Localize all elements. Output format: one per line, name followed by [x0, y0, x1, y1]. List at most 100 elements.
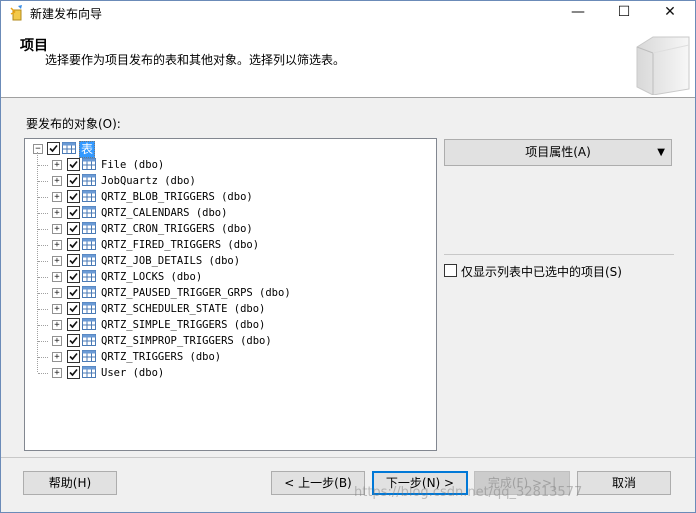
item-checkbox[interactable] [67, 286, 80, 299]
window-title: 新建发布向导 [30, 7, 103, 21]
tree-item[interactable]: + QRTZ_JOB_DETAILS (dbo) [25, 253, 425, 269]
item-checkbox[interactable] [67, 366, 80, 379]
tree-item[interactable]: + File (dbo) [25, 157, 425, 173]
tree-branch-line [38, 213, 48, 214]
table-icon [82, 350, 96, 362]
dropdown-arrow-icon: ▼ [657, 147, 665, 158]
tree-branch-line [38, 229, 48, 230]
tree-item-label[interactable]: QRTZ_SIMPROP_TRIGGERS (dbo) [101, 333, 272, 349]
tree-item-label[interactable]: QRTZ_CRON_TRIGGERS (dbo) [101, 221, 253, 237]
tree-item[interactable]: + QRTZ_BLOB_TRIGGERS (dbo) [25, 189, 425, 205]
tree-item[interactable]: + QRTZ_FIRED_TRIGGERS (dbo) [25, 237, 425, 253]
title-bar: 新建发布向导 — ☐ ✕ [1, 1, 695, 25]
tree-item[interactable]: + QRTZ_SCHEDULER_STATE (dbo) [25, 301, 425, 317]
item-checkbox[interactable] [67, 334, 80, 347]
expand-icon[interactable]: + [52, 352, 62, 362]
expand-icon[interactable]: + [52, 224, 62, 234]
tree-item[interactable]: + QRTZ_CRON_TRIGGERS (dbo) [25, 221, 425, 237]
publish-wizard-icon [8, 4, 26, 22]
tree-branch-line [38, 357, 48, 358]
item-checkbox[interactable] [67, 270, 80, 283]
expand-icon[interactable]: + [52, 336, 62, 346]
watermark: https://blog.csdn.net/qq_32813577 [354, 485, 583, 500]
tree-branch-line [38, 261, 48, 262]
item-properties-label: 项目属性(A) [525, 145, 591, 159]
tree-item-label[interactable]: User (dbo) [101, 365, 164, 381]
table-icon [82, 238, 96, 250]
item-checkbox[interactable] [67, 318, 80, 331]
expand-icon[interactable]: + [52, 368, 62, 378]
tree-item-label[interactable]: QRTZ_BLOB_TRIGGERS (dbo) [101, 189, 253, 205]
expand-icon[interactable]: + [52, 160, 62, 170]
tree-item-label[interactable]: QRTZ_FIRED_TRIGGERS (dbo) [101, 237, 259, 253]
tree-item-label[interactable]: QRTZ_CALENDARS (dbo) [101, 205, 227, 221]
tree-root-label[interactable]: 表 [79, 141, 96, 158]
tree-item-label[interactable]: QRTZ_PAUSED_TRIGGER_GRPS (dbo) [101, 285, 291, 301]
tree-item[interactable]: + QRTZ_SIMPROP_TRIGGERS (dbo) [25, 333, 425, 349]
expand-icon[interactable]: + [52, 304, 62, 314]
right-panel-separator [444, 254, 674, 255]
tree-item[interactable]: + QRTZ_TRIGGERS (dbo) [25, 349, 425, 365]
tree-branch-line [38, 293, 48, 294]
tree-item-label[interactable]: QRTZ_TRIGGERS (dbo) [101, 349, 221, 365]
item-checkbox[interactable] [67, 302, 80, 315]
tree-item[interactable]: + QRTZ_CALENDARS (dbo) [25, 205, 425, 221]
tree-item[interactable]: + QRTZ_LOCKS (dbo) [25, 269, 425, 285]
tree-root-tables[interactable]: − 表 [25, 141, 425, 158]
expand-icon[interactable]: + [52, 256, 62, 266]
cancel-button[interactable]: 取消 [577, 471, 671, 495]
tree-branch-line [38, 245, 48, 246]
tree-branch-line [38, 341, 48, 342]
page-subtitle: 选择要作为项目发布的表和其他对象。选择列以筛选表。 [45, 53, 346, 67]
item-checkbox[interactable] [67, 350, 80, 363]
wizard-window: 新建发布向导 — ☐ ✕ 项目 选择要作为项目发布的表和其他对象。选择列以筛选表… [0, 0, 696, 513]
table-icon [82, 190, 96, 202]
expand-icon[interactable]: + [52, 272, 62, 282]
table-folder-icon [62, 142, 76, 154]
item-properties-button[interactable]: 项目属性(A) ▼ [444, 139, 672, 166]
help-button[interactable]: 帮助(H) [23, 471, 117, 495]
back-button[interactable]: < 上一步(B) [271, 471, 365, 495]
minimize-button[interactable]: — [555, 1, 601, 25]
tree-item-label[interactable]: File (dbo) [101, 157, 164, 173]
table-icon [82, 334, 96, 346]
tree-item[interactable]: + JobQuartz (dbo) [25, 173, 425, 189]
expand-icon[interactable]: + [52, 320, 62, 330]
tree-item[interactable]: + QRTZ_SIMPLE_TRIGGERS (dbo) [25, 317, 425, 333]
table-icon [82, 158, 96, 170]
show-only-checked-checkbox[interactable] [444, 264, 457, 277]
show-only-checked-label[interactable]: 仅显示列表中已选中的项目(S) [461, 263, 622, 280]
item-checkbox[interactable] [67, 206, 80, 219]
expand-icon[interactable]: + [52, 192, 62, 202]
tree-item[interactable]: + User (dbo) [25, 365, 425, 381]
item-checkbox[interactable] [67, 238, 80, 251]
expand-icon[interactable]: + [52, 208, 62, 218]
table-icon [82, 270, 96, 282]
expand-icon[interactable]: + [52, 240, 62, 250]
tree-item-label[interactable]: QRTZ_LOCKS (dbo) [101, 269, 202, 285]
tree-item[interactable]: + QRTZ_PAUSED_TRIGGER_GRPS (dbo) [25, 285, 425, 301]
maximize-button[interactable]: ☐ [601, 1, 647, 25]
tree-item-label[interactable]: QRTZ_JOB_DETAILS (dbo) [101, 253, 240, 269]
table-icon [82, 174, 96, 186]
tree-item-label[interactable]: JobQuartz (dbo) [101, 173, 196, 189]
tree-item-label[interactable]: QRTZ_SCHEDULER_STATE (dbo) [101, 301, 265, 317]
expand-icon[interactable]: + [52, 288, 62, 298]
tree-item-label[interactable]: QRTZ_SIMPLE_TRIGGERS (dbo) [101, 317, 265, 333]
database-book-icon [631, 33, 691, 96]
item-checkbox[interactable] [67, 158, 80, 171]
collapse-icon[interactable]: − [33, 144, 43, 154]
tree-guide-line [37, 152, 38, 372]
item-checkbox[interactable] [67, 190, 80, 203]
table-icon [82, 286, 96, 298]
expand-icon[interactable]: + [52, 176, 62, 186]
objects-tree[interactable]: − 表 + File (dbo) + JobQuartz (dbo) + QRTZ_BLO… [24, 138, 437, 451]
close-button[interactable]: ✕ [647, 1, 693, 25]
table-icon [82, 254, 96, 266]
item-checkbox[interactable] [67, 254, 80, 267]
table-icon [82, 302, 96, 314]
item-checkbox[interactable] [67, 222, 80, 235]
tree-branch-line [38, 181, 48, 182]
item-checkbox[interactable] [67, 174, 80, 187]
root-checkbox[interactable] [47, 142, 60, 155]
